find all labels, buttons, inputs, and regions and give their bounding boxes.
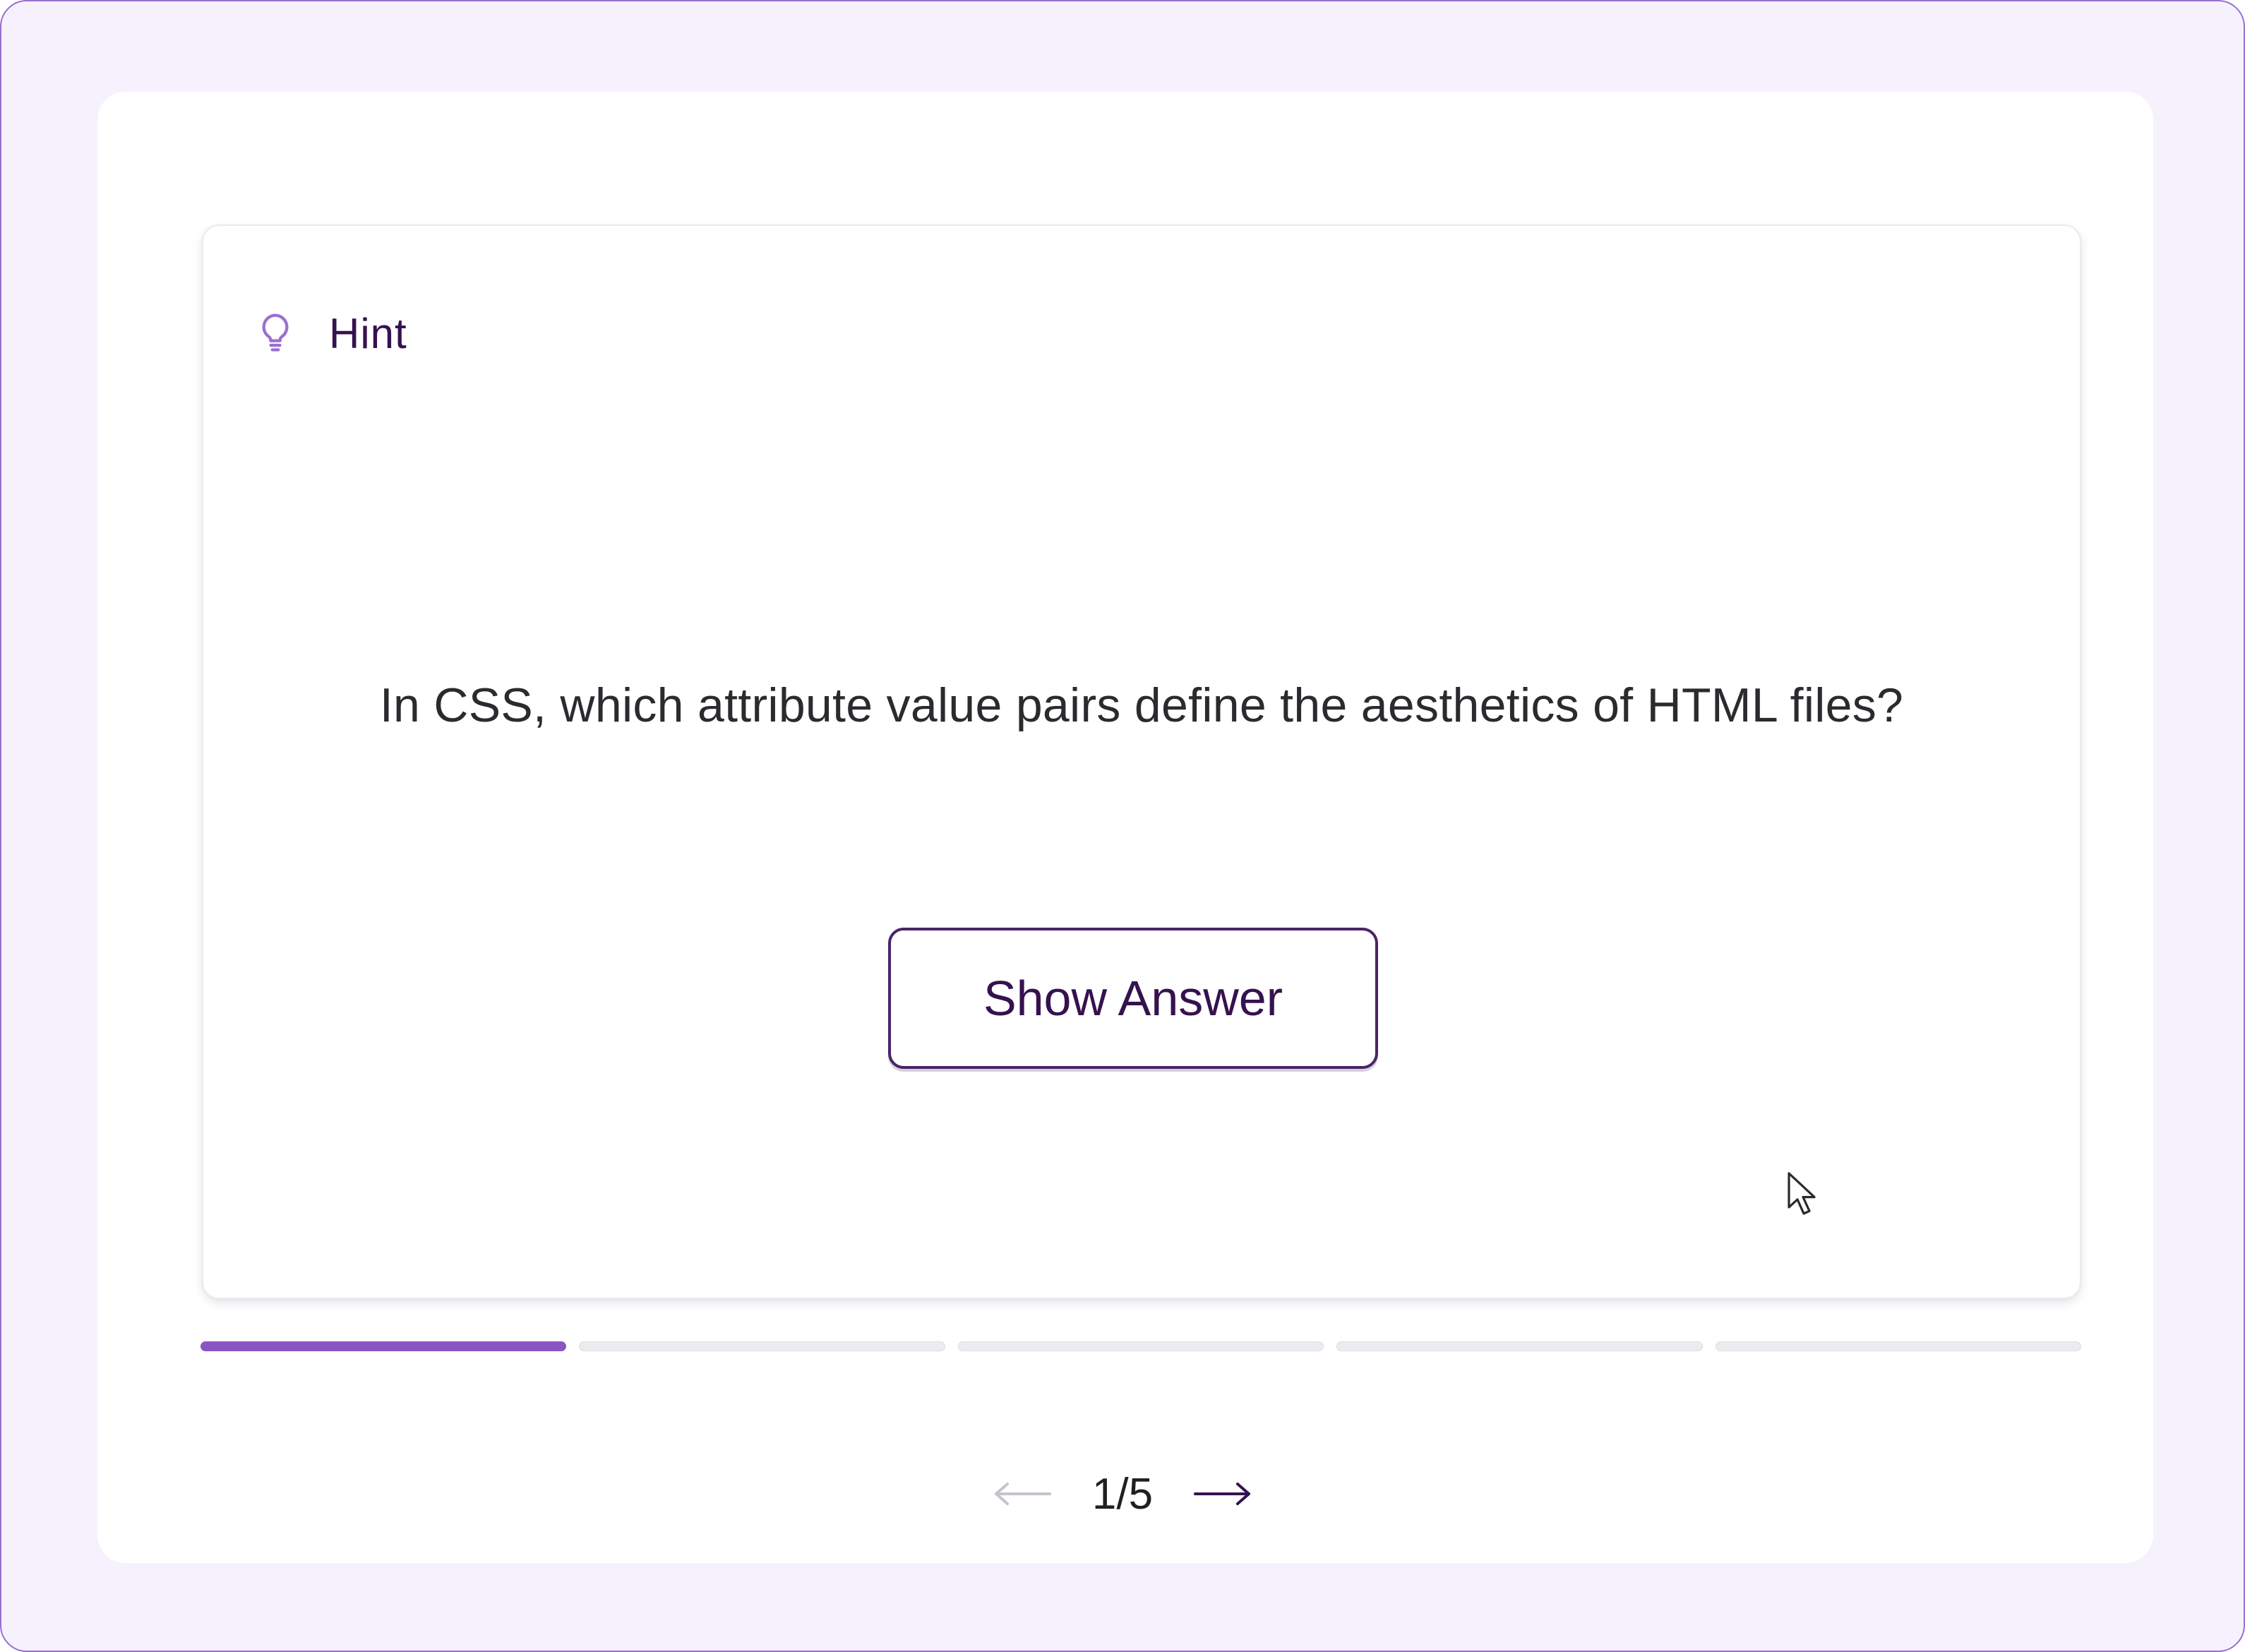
question-text: In CSS, which attribute value pairs defi… xyxy=(379,678,1904,732)
progress-bar xyxy=(200,1341,2082,1353)
hint-label: Hint xyxy=(329,309,407,357)
progress-segment xyxy=(1336,1341,1703,1351)
progress-segment xyxy=(1715,1341,2082,1351)
app-frame: Hint In CSS, which attribute value pairs… xyxy=(0,0,2245,1652)
progress-segment xyxy=(200,1341,567,1351)
mouse-cursor-icon xyxy=(1788,1172,1816,1215)
progress-segment xyxy=(579,1341,945,1351)
progress-segment xyxy=(957,1341,1324,1351)
arrow-left-icon[interactable] xyxy=(993,1480,1053,1508)
lightbulb-icon xyxy=(253,311,298,356)
page-indicator: 1/5 xyxy=(1091,1469,1154,1519)
flashcard: Hint In CSS, which attribute value pairs… xyxy=(202,225,2081,1299)
pagination: 1/5 xyxy=(0,1466,2245,1522)
show-answer-button[interactable]: Show Answer xyxy=(888,928,1378,1069)
hint-toggle[interactable]: Hint xyxy=(253,305,407,361)
arrow-right-icon[interactable] xyxy=(1192,1480,1252,1508)
